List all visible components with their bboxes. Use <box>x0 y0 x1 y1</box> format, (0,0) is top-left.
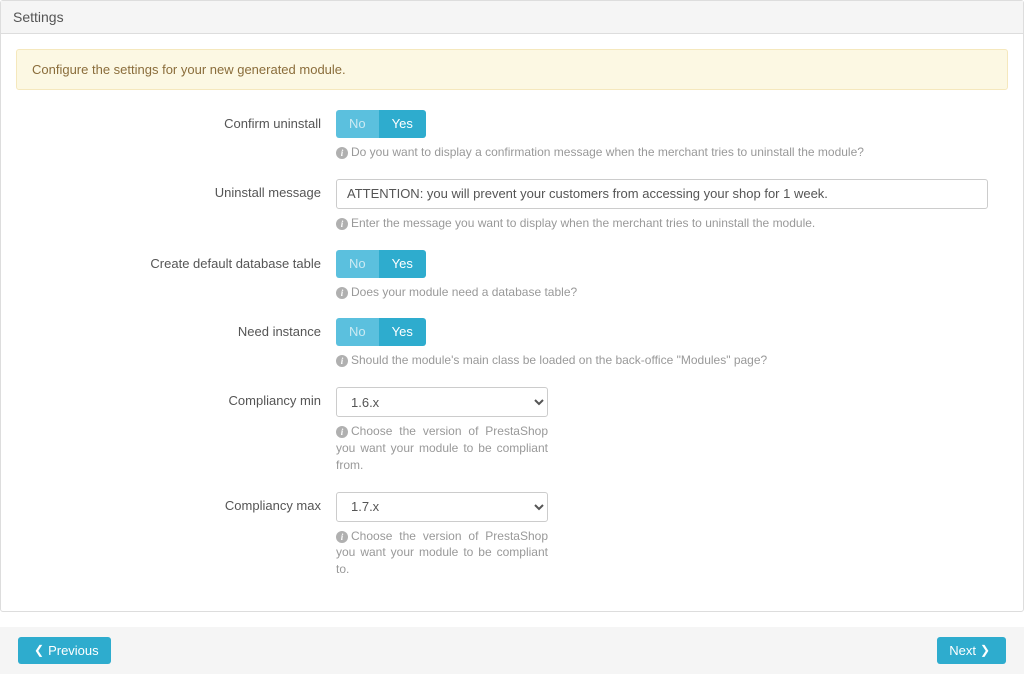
toggle-yes[interactable]: Yes <box>379 250 426 278</box>
previous-label: Previous <box>48 643 99 658</box>
compliancy-max-label: Compliancy max <box>16 492 336 513</box>
uninstall-message-help: iEnter the message you want to display w… <box>336 215 988 232</box>
uninstall-message-input[interactable] <box>336 179 988 209</box>
toggle-yes[interactable]: Yes <box>379 110 426 138</box>
arrow-right-icon: ❯ <box>980 643 990 657</box>
panel-heading: Settings <box>1 1 1023 34</box>
arrow-left-icon: ❮ <box>34 643 44 657</box>
need-instance-help: iShould the module's main class be loade… <box>336 352 988 369</box>
confirm-uninstall-help: iDo you want to display a confirmation m… <box>336 144 988 161</box>
config-alert: Configure the settings for your new gene… <box>16 49 1008 90</box>
need-instance-label: Need instance <box>16 318 336 339</box>
confirm-uninstall-toggle[interactable]: No Yes <box>336 110 426 138</box>
compliancy-max-select[interactable]: 1.7.x <box>336 492 548 522</box>
confirm-uninstall-label: Confirm uninstall <box>16 110 336 131</box>
toggle-no[interactable]: No <box>336 110 379 138</box>
previous-button[interactable]: ❮ Previous <box>18 637 111 664</box>
create-db-label: Create default database table <box>16 250 336 271</box>
uninstall-message-label: Uninstall message <box>16 179 336 200</box>
next-label: Next <box>949 643 976 658</box>
create-db-help: iDoes your module need a database table? <box>336 284 988 301</box>
toggle-no[interactable]: No <box>336 318 379 346</box>
need-instance-toggle[interactable]: No Yes <box>336 318 426 346</box>
compliancy-min-help: iChoose the version of PrestaShop you wa… <box>336 423 548 473</box>
info-icon: i <box>336 147 348 159</box>
info-icon: i <box>336 355 348 367</box>
compliancy-min-select[interactable]: 1.6.x <box>336 387 548 417</box>
footer-bar: ❮ Previous Next ❯ <box>0 627 1024 674</box>
compliancy-max-help: iChoose the version of PrestaShop you wa… <box>336 528 548 578</box>
info-icon: i <box>336 218 348 230</box>
toggle-yes[interactable]: Yes <box>379 318 426 346</box>
info-icon: i <box>336 287 348 299</box>
create-db-toggle[interactable]: No Yes <box>336 250 426 278</box>
info-icon: i <box>336 531 348 543</box>
next-button[interactable]: Next ❯ <box>937 637 1006 664</box>
compliancy-min-label: Compliancy min <box>16 387 336 408</box>
toggle-no[interactable]: No <box>336 250 379 278</box>
info-icon: i <box>336 426 348 438</box>
